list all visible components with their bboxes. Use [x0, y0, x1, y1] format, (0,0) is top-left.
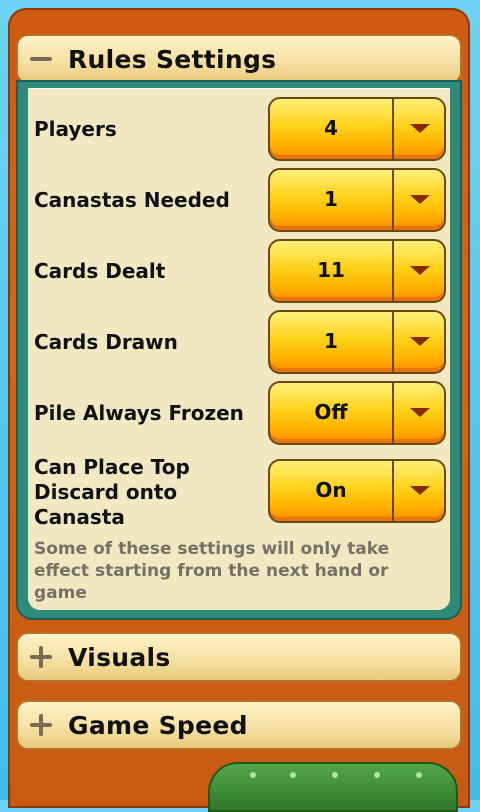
cards-dealt-dropdown[interactable]: 11	[268, 239, 446, 303]
pile-always-frozen-dropdown[interactable]: Off	[268, 381, 446, 445]
dropdown-divider	[392, 312, 394, 372]
chevron-down-icon[interactable]	[410, 124, 430, 133]
setting-row-players: Players 4	[34, 97, 454, 161]
game-speed-title: Game Speed	[68, 710, 248, 740]
dropdown-divider	[392, 383, 394, 443]
dropdown-divider	[392, 241, 394, 301]
dropdown-divider	[392, 461, 394, 521]
setting-label-canastas-needed: Canastas Needed	[34, 188, 230, 212]
cards-dealt-value: 11	[317, 258, 345, 282]
game-speed-header[interactable]: Game Speed	[16, 700, 462, 750]
visuals-title: Visuals	[68, 642, 171, 672]
players-dropdown[interactable]: 4	[268, 97, 446, 161]
pile-always-frozen-value: Off	[314, 400, 348, 424]
setting-label-players: Players	[34, 117, 117, 141]
chevron-down-icon[interactable]	[410, 337, 430, 346]
chevron-down-icon[interactable]	[410, 195, 430, 204]
decor-dot	[332, 772, 338, 778]
decor-dot	[374, 772, 380, 778]
setting-label-cards-drawn: Cards Drawn	[34, 330, 178, 354]
dropdown-divider	[392, 170, 394, 230]
bottom-table-edge	[208, 762, 458, 812]
chevron-down-icon[interactable]	[410, 486, 430, 495]
setting-row-cards-drawn: Cards Drawn 1	[34, 310, 454, 374]
canastas-needed-dropdown[interactable]: 1	[268, 168, 446, 232]
dropdown-divider	[392, 99, 394, 159]
decor-dot	[250, 772, 256, 778]
decor-dot	[416, 772, 422, 778]
setting-row-can-place-top-discard: Can Place Top Discard onto Canasta On	[34, 455, 454, 529]
chevron-down-icon[interactable]	[410, 408, 430, 417]
setting-row-cards-dealt: Cards Dealt 11	[34, 239, 454, 303]
setting-row-canastas-needed: Canastas Needed 1	[34, 168, 454, 232]
setting-row-pile-always-frozen: Pile Always Frozen Off	[34, 381, 454, 445]
rules-settings-title: Rules Settings	[68, 44, 277, 74]
cards-drawn-value: 1	[324, 329, 338, 353]
plus-icon	[30, 646, 52, 668]
setting-label-can-place-top-discard: Can Place Top Discard onto Canasta	[34, 455, 190, 529]
can-place-top-discard-value: On	[315, 478, 347, 502]
setting-label-pile-always-frozen: Pile Always Frozen	[34, 401, 244, 425]
visuals-header[interactable]: Visuals	[16, 632, 462, 682]
can-place-top-discard-dropdown[interactable]: On	[268, 459, 446, 523]
settings-note: Some of these settings will only take ef…	[34, 539, 390, 603]
chevron-down-icon[interactable]	[410, 266, 430, 275]
setting-label-cards-dealt: Cards Dealt	[34, 259, 166, 283]
plus-icon	[30, 714, 52, 736]
minus-icon	[30, 48, 52, 70]
players-value: 4	[324, 116, 338, 140]
canastas-needed-value: 1	[324, 187, 338, 211]
cards-drawn-dropdown[interactable]: 1	[268, 310, 446, 374]
decor-dot	[290, 772, 296, 778]
rules-settings-header[interactable]: Rules Settings	[16, 34, 462, 84]
